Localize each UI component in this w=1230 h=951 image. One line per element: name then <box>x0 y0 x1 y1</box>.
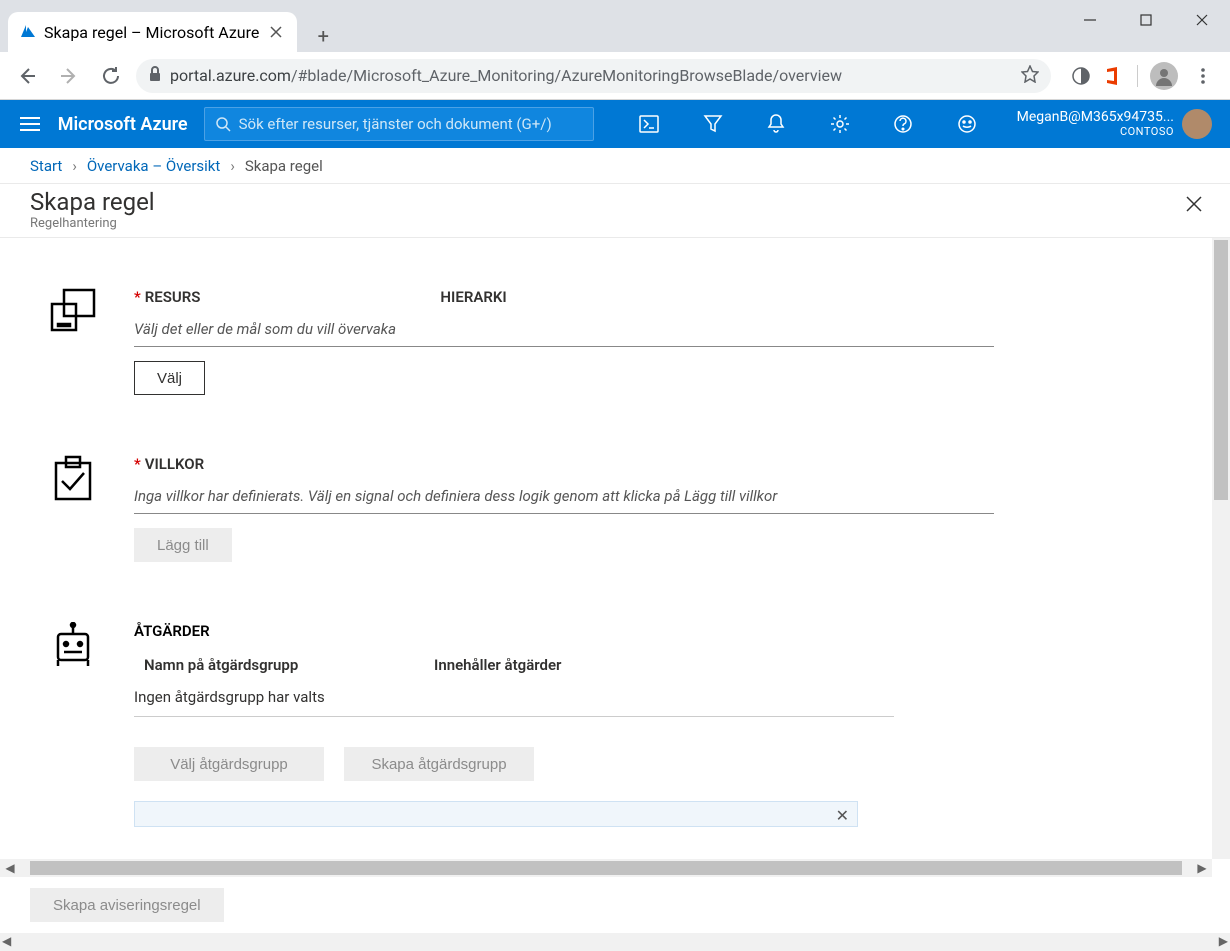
resource-placeholder: Välj det eller de mål som du vill överva… <box>134 312 994 347</box>
col-contains-actions: Innehåller åtgärder <box>434 656 561 674</box>
breadcrumb-current: Skapa regel <box>245 157 323 175</box>
horizontal-scrollbar[interactable]: ◀ ▶ <box>0 859 1212 877</box>
hierarchy-label: HIERARKI <box>440 288 506 306</box>
profile-avatar-icon[interactable] <box>1150 62 1178 90</box>
select-action-group-button[interactable]: Välj åtgärdsgrupp <box>134 747 324 781</box>
actions-label: ÅTGÄRDER <box>134 622 894 640</box>
brand-label[interactable]: Microsoft Azure <box>58 114 188 135</box>
office-ext-icon[interactable] <box>1101 64 1125 88</box>
condition-label: VILLKOR <box>145 455 204 473</box>
resource-label: RESURS <box>145 288 201 306</box>
address-bar: portal.azure.com/#blade/Microsoft_Azure_… <box>0 52 1230 100</box>
user-avatar-icon <box>1182 109 1212 139</box>
hamburger-icon[interactable] <box>18 112 42 136</box>
tab-title: Skapa regel – Microsoft Azure <box>44 23 259 42</box>
tenant-label: CONTOSO <box>1017 126 1174 138</box>
contrast-ext-icon[interactable] <box>1069 64 1093 88</box>
notifications-icon[interactable] <box>753 100 801 148</box>
blade-footer: Skapa aviseringsregel <box>0 877 1230 933</box>
lock-icon <box>148 66 162 86</box>
user-menu[interactable]: MeganB@M365x94735... CONTOSO <box>1007 109 1212 139</box>
azure-favicon <box>20 24 36 40</box>
window-maximize-icon[interactable] <box>1118 0 1174 40</box>
actions-icon <box>50 653 96 672</box>
vertical-scrollbar[interactable] <box>1212 238 1230 859</box>
azure-top-bar: Microsoft Azure Sök efter resurser, tjän… <box>0 100 1230 148</box>
breadcrumb-monitor[interactable]: Övervaka – Översikt <box>87 157 220 175</box>
new-tab-button[interactable]: + <box>307 20 339 52</box>
blade-title: Skapa regel <box>30 188 1200 216</box>
select-resource-button[interactable]: Välj <box>134 361 205 395</box>
window-scrollbar[interactable]: ◀ ▶ <box>0 933 1230 951</box>
condition-placeholder: Inga villkor har definierats. Välj en si… <box>134 479 994 514</box>
col-action-group-name: Namn på åtgärdsgrupp <box>134 656 434 674</box>
url-host: portal.azure.com <box>170 66 291 85</box>
section-condition: *VILLKOR Inga villkor har definierats. V… <box>50 455 1172 562</box>
info-close-icon[interactable]: ✕ <box>836 806 849 825</box>
breadcrumb: Start › Övervaka – Översikt › Skapa rege… <box>0 148 1230 184</box>
add-condition-button[interactable]: Lägg till <box>134 528 232 562</box>
nav-back-icon[interactable] <box>10 59 44 93</box>
actions-empty-row: Ingen åtgärdsgrupp har valts <box>134 680 894 717</box>
create-alert-rule-button[interactable]: Skapa aviseringsregel <box>30 888 224 922</box>
search-placeholder: Sök efter resurser, tjänster och dokumen… <box>239 115 552 133</box>
blade-header: Skapa regel Regelhantering <box>0 184 1230 238</box>
blade-close-icon[interactable] <box>1182 192 1206 216</box>
chevron-right-icon: › <box>72 157 77 175</box>
info-strip: ✕ <box>134 801 858 827</box>
blade-subtitle: Regelhantering <box>30 216 1200 231</box>
resource-icon <box>50 319 96 338</box>
nav-reload-icon[interactable] <box>94 59 128 93</box>
section-actions: ÅTGÄRDER Namn på åtgärdsgrupp Innehåller… <box>50 622 1172 827</box>
content-scroll: *RESURS HIERARKI Välj det eller de mål s… <box>0 238 1230 877</box>
condition-icon <box>50 486 96 505</box>
nav-forward-icon[interactable] <box>52 59 86 93</box>
url-path: /#blade/Microsoft_Azure_Monitoring/Azure… <box>291 66 842 85</box>
kebab-menu-icon[interactable] <box>1186 59 1220 93</box>
browser-tab[interactable]: Skapa regel – Microsoft Azure <box>8 12 297 52</box>
browser-titlebar: Skapa regel – Microsoft Azure + <box>0 0 1230 52</box>
window-minimize-icon[interactable] <box>1062 0 1118 40</box>
tab-close-icon[interactable] <box>267 23 285 41</box>
help-icon[interactable] <box>880 100 928 148</box>
user-email: MeganB@M365x94735... <box>1017 110 1174 125</box>
chevron-right-icon: › <box>230 157 235 175</box>
cloud-shell-icon[interactable] <box>626 100 674 148</box>
global-search-input[interactable]: Sök efter resurser, tjänster och dokumen… <box>204 107 594 141</box>
feedback-icon[interactable] <box>943 100 991 148</box>
window-close-icon[interactable] <box>1174 0 1230 40</box>
breadcrumb-start[interactable]: Start <box>30 157 62 175</box>
settings-icon[interactable] <box>816 100 864 148</box>
separator <box>1137 65 1138 87</box>
section-resource: *RESURS HIERARKI Välj det eller de mål s… <box>50 288 1172 395</box>
directory-filter-icon[interactable] <box>689 100 737 148</box>
star-icon[interactable] <box>1021 65 1039 87</box>
address-input[interactable]: portal.azure.com/#blade/Microsoft_Azure_… <box>136 59 1051 93</box>
create-action-group-button[interactable]: Skapa åtgärdsgrupp <box>344 747 534 781</box>
